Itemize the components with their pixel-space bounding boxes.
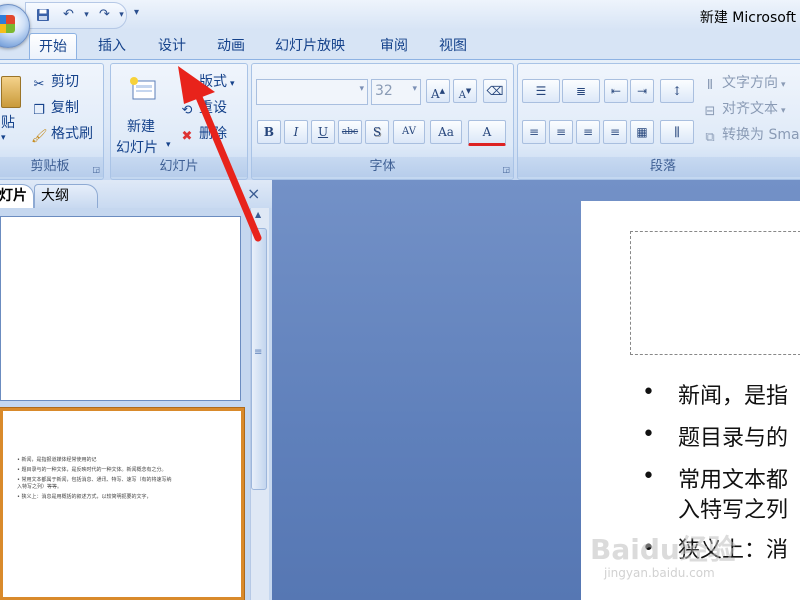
annotation-arrow-icon <box>178 66 262 242</box>
office-logo-icon <box>0 15 15 33</box>
